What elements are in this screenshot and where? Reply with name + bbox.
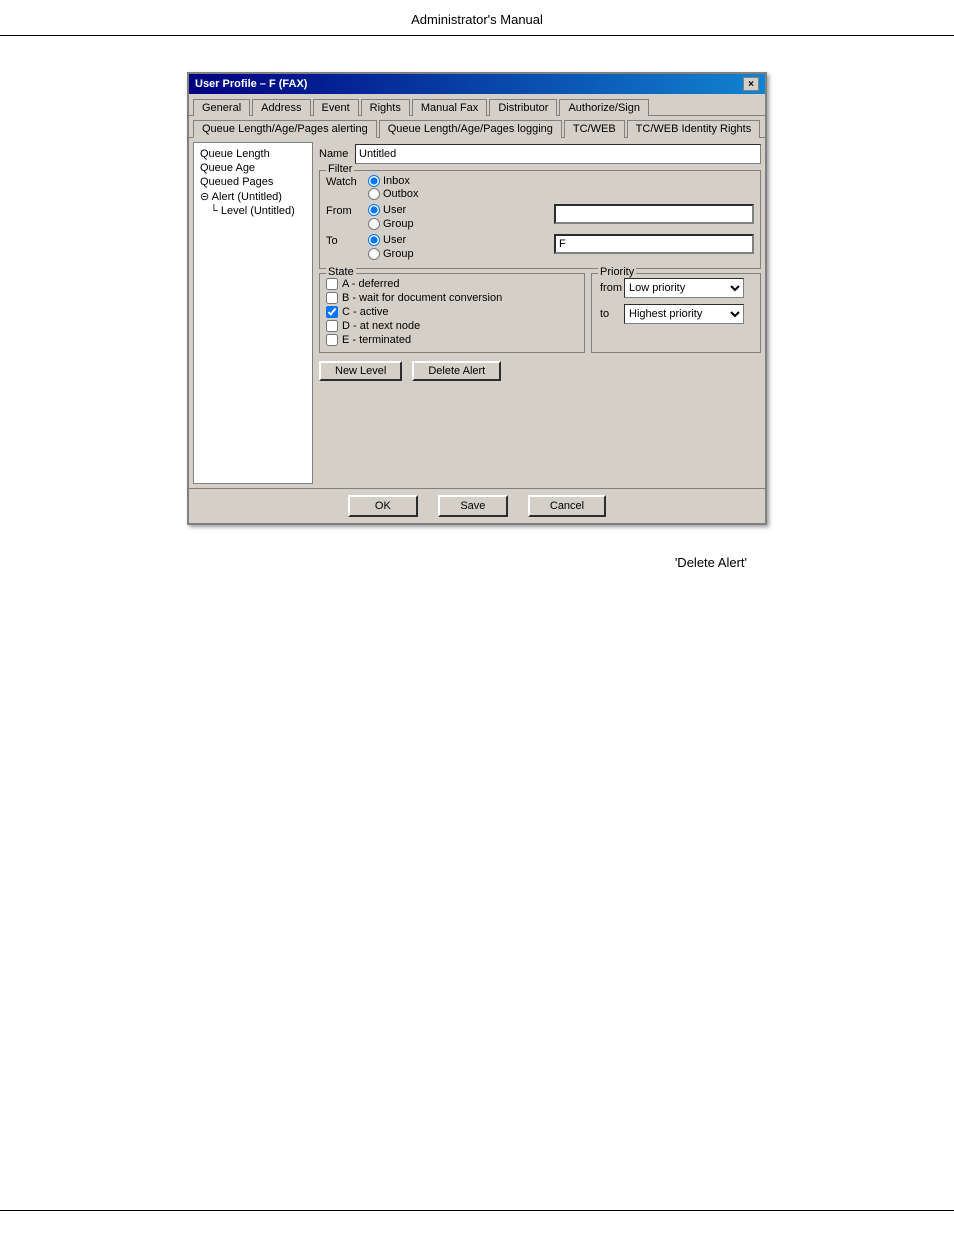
state-c-label: C - active (342, 306, 388, 318)
watch-outbox-item: Outbox (368, 188, 418, 200)
tab-bar-row2: Queue Length/Age/Pages alerting Queue Le… (189, 116, 765, 138)
state-e-item: E - terminated (326, 334, 578, 346)
tab-bar-row1: General Address Event Rights Manual Fax … (189, 94, 765, 116)
state-box: State A - deferred B - wait for document… (319, 273, 585, 353)
to-input[interactable] (554, 234, 754, 254)
dialog-window: User Profile – F (FAX) × General Address… (187, 72, 767, 525)
tree-item-level[interactable]: └ Level (Untitled) (198, 204, 308, 218)
left-tree-panel: Queue Length Queue Age Queued Pages ⊝ Al… (193, 142, 313, 484)
to-group-row: Group (368, 248, 548, 260)
from-user-radio[interactable] (368, 204, 380, 216)
priority-legend: Priority (598, 266, 636, 278)
from-user-row: User (368, 204, 548, 216)
filter-from-row: From User Group (326, 204, 754, 230)
tab-manual-fax[interactable]: Manual Fax (412, 99, 487, 116)
dialog-close-button[interactable]: × (743, 77, 759, 91)
tab-queue-logging[interactable]: Queue Length/Age/Pages logging (379, 120, 562, 138)
delete-alert-button[interactable]: Delete Alert (412, 361, 501, 381)
watch-radio-group: Inbox Outbox (368, 175, 418, 200)
priority-from-row: from Low priority Highest priority Norma… (600, 278, 752, 298)
cancel-button[interactable]: Cancel (528, 495, 606, 517)
ok-button[interactable]: OK (348, 495, 418, 517)
new-level-button[interactable]: New Level (319, 361, 402, 381)
from-group-radio[interactable] (368, 218, 380, 230)
state-e-label: E - terminated (342, 334, 411, 346)
tab-distributor[interactable]: Distributor (489, 99, 557, 116)
to-group: User Group (368, 234, 548, 260)
state-d-checkbox[interactable] (326, 320, 338, 332)
inner-buttons: New Level Delete Alert (319, 357, 761, 385)
state-c-item: C - active (326, 306, 578, 318)
state-priority-row: State A - deferred B - wait for document… (319, 273, 761, 353)
priority-to-row: to Highest priority Low priority Normal … (600, 304, 752, 324)
dialog-footer: OK Save Cancel (189, 488, 765, 523)
caption-label: 'Delete Alert' (675, 555, 747, 570)
from-group-row: Group (368, 218, 548, 230)
state-e-checkbox[interactable] (326, 334, 338, 346)
state-a-item: A - deferred (326, 278, 578, 290)
state-d-label: D - at next node (342, 320, 420, 332)
tab-tcweb-identity[interactable]: TC/WEB Identity Rights (627, 120, 761, 138)
dialog-titlebar: User Profile – F (FAX) × (189, 74, 765, 94)
tab-tcweb[interactable]: TC/WEB (564, 120, 625, 138)
from-group: User Group (368, 204, 548, 230)
watch-inbox-item: Inbox (368, 175, 418, 187)
watch-label: Watch (326, 175, 362, 188)
to-user-radio[interactable] (368, 234, 380, 246)
filter-watch-row: Watch Inbox Outbox (326, 175, 754, 200)
priority-box: Priority from Low priority Highest prior… (591, 273, 761, 353)
watch-inbox-label: Inbox (383, 175, 410, 187)
watch-outbox-radio[interactable] (368, 188, 380, 200)
tab-rights[interactable]: Rights (361, 99, 410, 116)
from-user-label: User (383, 204, 406, 216)
priority-from-select[interactable]: Low priority Highest priority Normal pri… (624, 278, 744, 298)
to-group-radio[interactable] (368, 248, 380, 260)
name-row: Name (319, 142, 761, 166)
tab-queue-alerting[interactable]: Queue Length/Age/Pages alerting (193, 120, 377, 138)
priority-to-select[interactable]: Highest priority Low priority Normal pri… (624, 304, 744, 324)
priority-to-label: to (600, 308, 620, 320)
to-user-row: User (368, 234, 548, 246)
state-b-label: B - wait for document conversion (342, 292, 502, 304)
state-a-label: A - deferred (342, 278, 399, 290)
right-panel: Name Filter Watch Inbox (319, 142, 761, 484)
tree-item-queued-pages[interactable]: Queued Pages (198, 175, 308, 189)
tab-general[interactable]: General (193, 99, 250, 116)
state-b-item: B - wait for document conversion (326, 292, 578, 304)
save-button[interactable]: Save (438, 495, 508, 517)
caption-text: 'Delete Alert' (187, 555, 767, 570)
state-d-item: D - at next node (326, 320, 578, 332)
watch-inbox-radio[interactable] (368, 175, 380, 187)
priority-from-label: from (600, 282, 620, 294)
state-legend: State (326, 266, 356, 278)
page-header: Administrator's Manual (0, 0, 954, 36)
page-content: User Profile – F (FAX) × General Address… (0, 42, 954, 570)
filter-box: Filter Watch Inbox Outbox (319, 170, 761, 269)
name-input[interactable] (355, 144, 761, 164)
filter-to-row: To User Group (326, 234, 754, 260)
to-label: To (326, 234, 362, 247)
to-user-label: User (383, 234, 406, 246)
state-c-checkbox[interactable] (326, 306, 338, 318)
tree-item-queue-length[interactable]: Queue Length (198, 147, 308, 161)
from-label: From (326, 204, 362, 217)
tab-authorize-sign[interactable]: Authorize/Sign (559, 99, 649, 116)
tree-item-queue-age[interactable]: Queue Age (198, 161, 308, 175)
tab-address[interactable]: Address (252, 99, 310, 116)
from-group-label: Group (383, 218, 414, 230)
watch-outbox-label: Outbox (383, 188, 418, 200)
state-a-checkbox[interactable] (326, 278, 338, 290)
from-input[interactable] (554, 204, 754, 224)
tree-item-alert[interactable]: ⊝ Alert (Untitled) (198, 189, 308, 204)
name-label: Name (319, 148, 349, 160)
to-group-label: Group (383, 248, 414, 260)
dialog-title: User Profile – F (FAX) (195, 78, 307, 90)
tab-event[interactable]: Event (313, 99, 359, 116)
state-b-checkbox[interactable] (326, 292, 338, 304)
page-footer (0, 1210, 954, 1215)
dialog-body: Queue Length Queue Age Queued Pages ⊝ Al… (189, 138, 765, 488)
filter-legend: Filter (326, 163, 354, 175)
